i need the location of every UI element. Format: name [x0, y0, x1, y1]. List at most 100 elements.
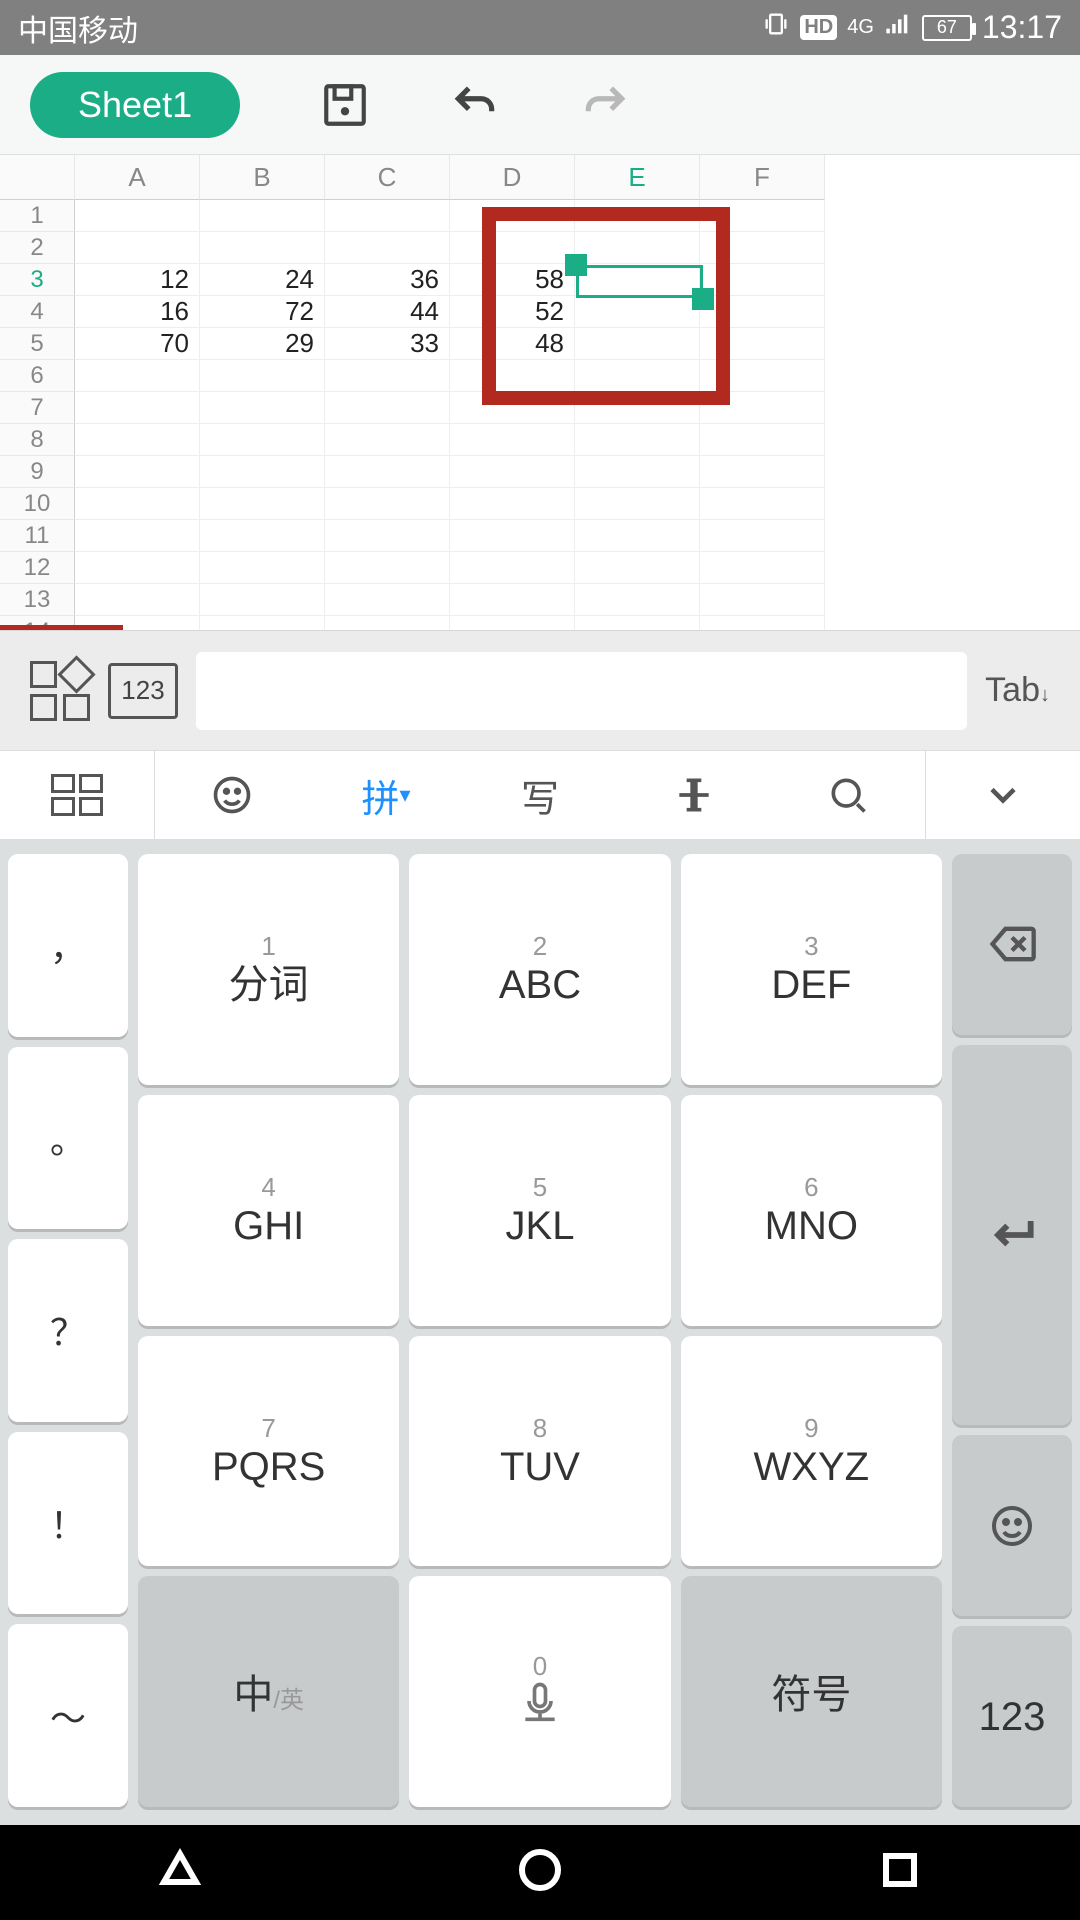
cell[interactable] [200, 552, 325, 584]
backspace-key[interactable] [952, 854, 1072, 1035]
save-icon[interactable] [320, 80, 370, 130]
cell[interactable]: 36 [325, 264, 450, 296]
cell[interactable] [450, 456, 575, 488]
cell[interactable]: 48 [450, 328, 575, 360]
cell[interactable] [575, 616, 700, 630]
cell[interactable] [325, 232, 450, 264]
cell[interactable] [75, 424, 200, 456]
punct-key[interactable]: 。 [8, 1047, 128, 1230]
row-header[interactable]: 4 [0, 296, 75, 328]
row-header[interactable]: 9 [0, 456, 75, 488]
row-header[interactable]: 5 [0, 328, 75, 360]
cell[interactable] [200, 392, 325, 424]
cell[interactable] [325, 200, 450, 232]
t9-key[interactable]: 4GHI [138, 1095, 399, 1326]
selection-handle-br[interactable] [692, 288, 714, 310]
nav-back-icon[interactable] [156, 1846, 204, 1899]
numeric-key[interactable]: 123 [952, 1626, 1072, 1807]
t9-key[interactable]: 9WXYZ [681, 1336, 942, 1567]
row-header[interactable]: 6 [0, 360, 75, 392]
cell[interactable] [200, 232, 325, 264]
undo-icon[interactable] [450, 80, 500, 130]
punct-key[interactable]: ～ [8, 1624, 128, 1807]
spreadsheet[interactable]: ABCDEF 123122436584167244525702933486789… [0, 155, 1080, 630]
t9-key[interactable]: 0 [409, 1576, 670, 1807]
cell[interactable]: 24 [200, 264, 325, 296]
cell[interactable] [450, 360, 575, 392]
col-header-C[interactable]: C [325, 155, 450, 200]
cell[interactable]: 16 [75, 296, 200, 328]
t9-key[interactable]: 2ABC [409, 854, 670, 1085]
t9-key[interactable]: 6MNO [681, 1095, 942, 1326]
row-header[interactable]: 1 [0, 200, 75, 232]
punct-key[interactable]: ？ [8, 1239, 128, 1422]
emoji-key[interactable] [952, 1435, 1072, 1616]
cell[interactable] [325, 584, 450, 616]
cell[interactable] [700, 424, 825, 456]
cell[interactable] [700, 296, 825, 328]
cell[interactable] [75, 360, 200, 392]
cell[interactable] [450, 200, 575, 232]
cell[interactable]: 33 [325, 328, 450, 360]
cell[interactable] [450, 424, 575, 456]
row-header[interactable]: 13 [0, 584, 75, 616]
cell[interactable] [700, 520, 825, 552]
cell[interactable] [575, 360, 700, 392]
cell[interactable] [450, 488, 575, 520]
row-header[interactable]: 14 [0, 616, 75, 630]
col-header-F[interactable]: F [700, 155, 825, 200]
cell[interactable] [575, 520, 700, 552]
cell[interactable]: 52 [450, 296, 575, 328]
cell[interactable] [450, 552, 575, 584]
cell[interactable] [200, 360, 325, 392]
nav-home-icon[interactable] [516, 1846, 564, 1899]
ime-menu-icon[interactable] [0, 751, 155, 839]
row-header[interactable]: 12 [0, 552, 75, 584]
cell[interactable] [200, 424, 325, 456]
punct-key[interactable]: ， [8, 854, 128, 1037]
cell[interactable] [450, 520, 575, 552]
cell[interactable]: 44 [325, 296, 450, 328]
cell[interactable] [700, 232, 825, 264]
cell[interactable] [700, 328, 825, 360]
cell[interactable] [75, 232, 200, 264]
row-header[interactable]: 7 [0, 392, 75, 424]
cell[interactable] [75, 456, 200, 488]
cell[interactable] [575, 264, 700, 296]
cell[interactable] [75, 520, 200, 552]
cell[interactable] [75, 200, 200, 232]
cell[interactable] [200, 584, 325, 616]
cell[interactable] [75, 616, 200, 630]
cell[interactable] [325, 552, 450, 584]
select-all-corner[interactable] [0, 155, 75, 200]
col-header-A[interactable]: A [75, 155, 200, 200]
cell[interactable] [325, 456, 450, 488]
cell[interactable] [200, 488, 325, 520]
cell[interactable] [575, 488, 700, 520]
cell[interactable] [575, 584, 700, 616]
formula-input[interactable] [196, 652, 967, 730]
cell[interactable] [200, 520, 325, 552]
punct-key[interactable]: ！ [8, 1432, 128, 1615]
cell[interactable] [700, 392, 825, 424]
t9-key[interactable]: 8TUV [409, 1336, 670, 1567]
cell[interactable] [325, 392, 450, 424]
cell[interactable] [75, 488, 200, 520]
emoji-icon[interactable] [155, 751, 309, 839]
t9-key[interactable]: 5JKL [409, 1095, 670, 1326]
t9-key[interactable]: 符号 [681, 1576, 942, 1807]
cell[interactable]: 58 [450, 264, 575, 296]
tab-button[interactable]: Tab↓ [985, 671, 1050, 710]
cell[interactable] [575, 424, 700, 456]
col-header-D[interactable]: D [450, 155, 575, 200]
cell[interactable] [450, 584, 575, 616]
cell[interactable] [575, 456, 700, 488]
cell[interactable] [700, 360, 825, 392]
cell[interactable] [325, 424, 450, 456]
cell[interactable] [700, 264, 825, 296]
cell[interactable] [450, 232, 575, 264]
cell[interactable] [700, 616, 825, 630]
row-header[interactable]: 11 [0, 520, 75, 552]
cell[interactable]: 12 [75, 264, 200, 296]
cell[interactable] [575, 552, 700, 584]
